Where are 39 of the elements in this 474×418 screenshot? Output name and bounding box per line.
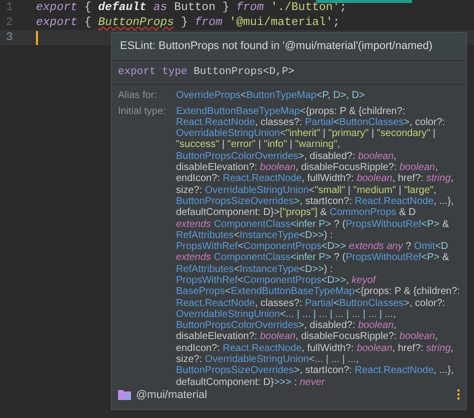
type-line: OverrideProps<ButtonTypeMap<P, D>, D> (176, 90, 365, 102)
type-line: endIcon?: React.ReactNode, fullWidth?: boolean, href?: string, (176, 342, 454, 354)
type-line: ButtonPropsSizeOverrides>, startIcon?: React.ReactNode, ...}, (176, 196, 454, 208)
line-number: 2 (5, 15, 14, 30)
type-line: RefAttributes<InstanceType<D>>) : (176, 264, 333, 275)
type-line: React.ReactNode, classes?: Partial<ButtonClasses>, color?: (176, 116, 446, 128)
type-line: extends ComponentClass<infer P> ? (PropsWithoutRef<P> & (176, 218, 449, 230)
folder-icon (118, 389, 131, 400)
type-line: OverridableStringUnion<... | ... | ... | ... | ... | ... | ..., (176, 308, 396, 320)
text-cursor (36, 30, 38, 44)
code-line: export { ButtonProps } from '@mui/material'; (36, 15, 340, 30)
line-number: 1 (5, 0, 14, 15)
type-line: React.ReactNode, classes?: Partial<ButtonClasses>, color?: (176, 298, 446, 309)
type-signature: export type ButtonProps<D,P> (112, 60, 466, 86)
error-message: ESLint: ButtonProps not found in '@mui/material'(import/named) (112, 33, 466, 60)
type-line: ButtonPropsColorOverrides>, disabled?: boolean, (176, 150, 396, 162)
field-label: Initial type: (118, 106, 166, 117)
type-line: size?: OverridableStringUnion<"small" | "medium" | "large", (176, 184, 436, 196)
type-line: ExtendButtonBaseTypeMap<{props: P & {children?: (176, 106, 406, 117)
type-line: OverridableStringUnion<"inherit" | "primary" | "secondary" | (176, 128, 436, 140)
type-line: "success" | "error" | "info" | "warning", (176, 139, 340, 151)
type-line: RefAttributes<InstanceType<D>>) : (176, 230, 333, 242)
type-line: PropsWithRef<ComponentProps<D>>, keyof (176, 275, 376, 286)
type-line: size?: OverridableStringUnion<... | ... | ..., (176, 354, 359, 366)
module-name: @mui/material (136, 388, 208, 402)
type-line: endIcon?: React.ReactNode, fullWidth?: boolean, href?: string, (176, 173, 454, 185)
type-line: BaseProps<ExtendButtonBaseTypeMap<{props: P & {children?: (176, 286, 460, 298)
type-line: PropsWithRef<ComponentProps<D>> extends any ? Omit<D (176, 241, 448, 252)
type-line: defaultComponent: D}>>> : never (176, 376, 325, 388)
type-line: disableElevation?: boolean, disableFocusRipple?: boolean, (176, 162, 438, 174)
line-number: 3 (5, 30, 14, 45)
type-line: ButtonPropsColorOverrides>, disabled?: boolean, (176, 320, 396, 332)
type-line: disableElevation?: boolean, disableFocusRipple?: boolean, (176, 331, 438, 343)
code-line: export { default as Button } from './Button'; (36, 0, 347, 15)
type-line: defaultComponent: D}>["props"] & CommonProps & D (176, 207, 416, 219)
field-label: Alias for: (118, 90, 157, 102)
more-icon[interactable] (457, 389, 460, 400)
type-line: ButtonPropsSizeOverrides>, startIcon?: React.ReactNode, ...}, (176, 365, 454, 377)
type-line: extends ComponentClass<infer P> ? (PropsWithoutRef<P> & (176, 252, 449, 264)
